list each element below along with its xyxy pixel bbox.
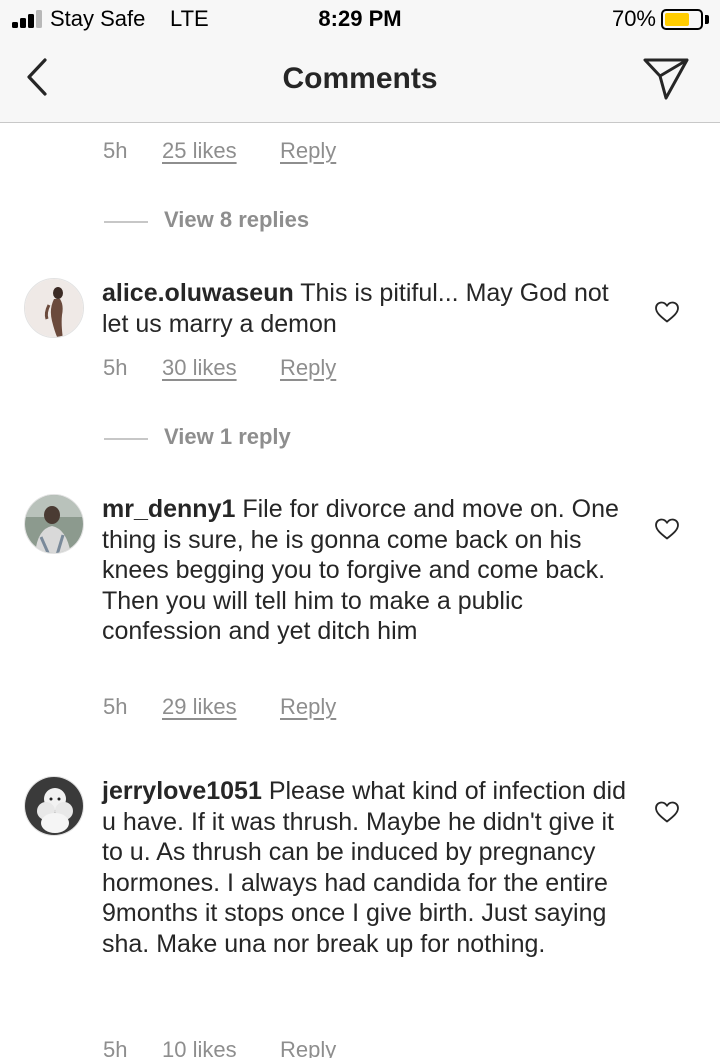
likes-count-link[interactable]: 29 likes (162, 694, 237, 720)
divider-line (104, 221, 148, 223)
comment-item: alice.oluwaseun This is pitiful... May G… (0, 262, 720, 442)
comment-item: mr_denny1 File for divorce and move on. … (0, 478, 720, 738)
heart-like-icon[interactable] (654, 300, 680, 324)
comment-time: 5h (103, 1037, 128, 1058)
paper-plane-icon (643, 58, 689, 100)
heart-like-icon[interactable] (654, 800, 680, 824)
comment-time: 5h (103, 355, 128, 380)
battery-percent: 70% (611, 6, 656, 31)
heart-like-icon[interactable] (654, 517, 680, 541)
comment-body: mr_denny1 File for divorce and move on. … (102, 494, 632, 647)
comment-username[interactable]: jerrylove1051 (102, 777, 262, 805)
likes-count-link[interactable]: 25 likes (162, 138, 237, 164)
battery-level-fill (665, 13, 689, 26)
view-replies-label: View 1 reply (164, 424, 291, 449)
comment-time: 5h (103, 694, 128, 719)
comment-time: 5h (103, 138, 128, 163)
user-photo (25, 777, 83, 835)
comment-username[interactable]: alice.oluwaseun (102, 279, 294, 307)
reply-link[interactable]: Reply (280, 355, 336, 381)
comment-body: alice.oluwaseun This is pitiful... May G… (102, 278, 632, 339)
battery-terminal (705, 15, 709, 24)
reply-link[interactable]: Reply (280, 694, 336, 720)
battery-icon (661, 9, 703, 30)
share-button[interactable] (642, 56, 690, 102)
comment-body: jerrylove1051 Please what kind of infect… (102, 776, 632, 959)
avatar[interactable] (24, 776, 84, 836)
divider-line (104, 438, 148, 440)
reply-link[interactable]: Reply (280, 1037, 336, 1058)
likes-count-link[interactable]: 10 likes (162, 1037, 237, 1058)
avatar[interactable] (24, 494, 84, 554)
navigation-bar: Comments (0, 42, 720, 123)
user-photo (25, 495, 83, 553)
page-title: Comments (282, 62, 438, 95)
user-photo (25, 279, 83, 337)
view-replies-label: View 8 replies (164, 207, 310, 232)
comment-item: jerrylove1051 Please what kind of infect… (0, 760, 720, 1058)
comment-username[interactable]: mr_denny1 (102, 495, 235, 523)
reply-link[interactable]: Reply (280, 138, 336, 164)
status-bar: Stay Safe LTE 8:29 PM 70% (0, 0, 720, 42)
avatar[interactable] (24, 278, 84, 338)
likes-count-link[interactable]: 30 likes (162, 355, 237, 381)
